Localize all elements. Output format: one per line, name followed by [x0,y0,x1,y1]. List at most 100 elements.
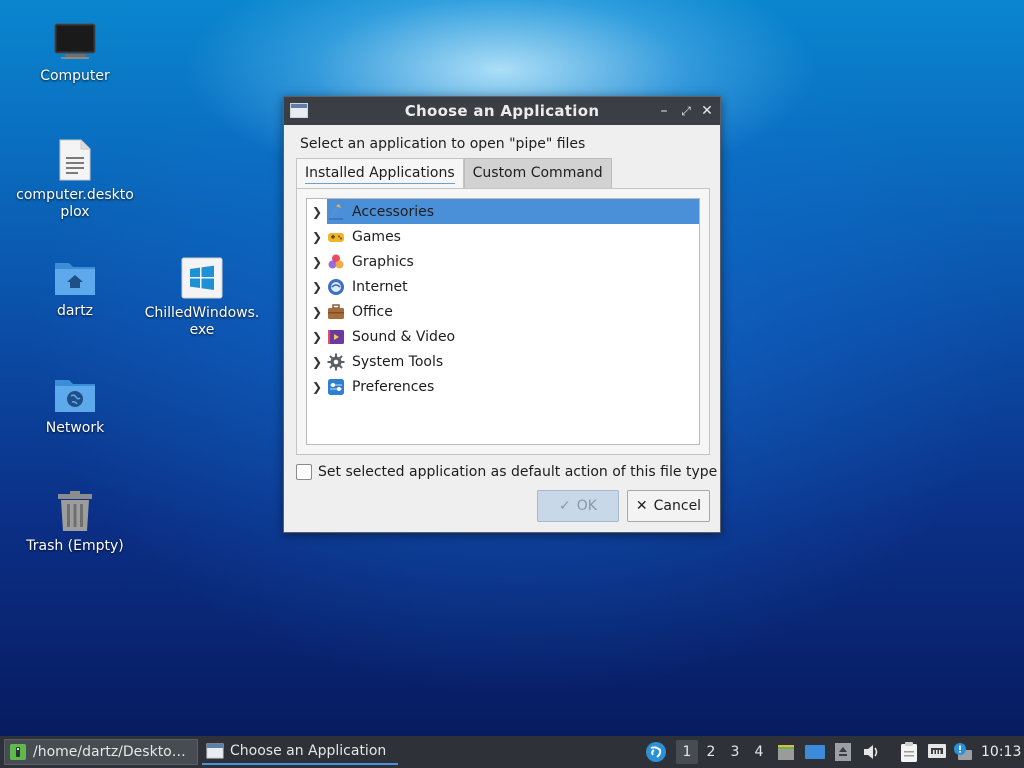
windows-exe-icon [181,257,223,299]
workspace-3[interactable]: 3 [724,740,746,764]
preferences-icon [328,378,344,395]
desktop-icon-computer[interactable]: Computer [10,22,140,85]
installed-applications-panel: ❯ Accessories ❯ Games ❯ Graphics ❯ Inter… [296,188,710,455]
default-action-label: Set selected application as default acti… [318,464,718,480]
task-label: /home/dartz/Desktop... [33,744,193,760]
briefcase-icon [328,303,344,319]
trash-icon [58,491,92,531]
desktop-icon-dartz[interactable]: dartz [10,257,140,320]
close-icon: ✕ [635,498,648,514]
tab-installed-applications[interactable]: Installed Applications [296,158,464,188]
tree-row-label: System Tools [352,353,444,370]
tree-row-graphics[interactable]: ❯ Graphics [307,249,699,274]
lubuntu-logo-icon [646,742,666,762]
desktop-icon-label: computer.desktoplox [16,187,134,220]
tab-active-indicator [305,183,455,184]
tree-row-internet[interactable]: ❯ Internet [307,274,699,299]
ok-button-label: OK [576,498,597,514]
network-folder-icon [55,380,95,412]
clipboard-icon [901,742,917,762]
tab-custom-command[interactable]: Custom Command [463,158,612,188]
window-icon [206,743,224,759]
tree-row-label: Sound & Video [352,328,456,345]
maximize-button[interactable]: ⤢ [676,101,696,121]
network-wired-icon [928,744,946,758]
update-notifier-button[interactable] [952,742,974,762]
desktop-icon-chilledwindows[interactable]: ChilledWindows.exe [137,257,267,339]
terminal-icon [10,744,26,760]
volume-button[interactable] [862,742,882,762]
monitor-icon [54,23,96,59]
default-action-option[interactable]: Set selected application as default acti… [296,464,717,480]
choose-application-dialog: Choose an Application – ⤢ ✕ Select an ap… [283,96,721,533]
cancel-button-label: Cancel [653,498,702,514]
multimedia-icon [328,329,344,344]
tree-row-label: Games [352,228,401,245]
workspace-4[interactable]: 4 [748,740,770,764]
desktop-icon-trash[interactable]: Trash (Empty) [10,490,140,555]
cancel-button[interactable]: ✕ Cancel [627,490,710,522]
expander-icon[interactable]: ❯ [307,305,327,319]
tab-label: Installed Applications [305,165,455,181]
expander-icon[interactable]: ❯ [307,205,327,219]
default-action-checkbox[interactable] [296,464,312,480]
expander-icon[interactable]: ❯ [307,330,327,344]
home-folder-icon [55,263,95,295]
show-desktop-button[interactable] [804,742,826,762]
tree-row-label: Office [352,303,393,320]
tree-row-accessories[interactable]: ❯ Accessories [307,199,699,224]
file-manager-launcher[interactable] [776,742,796,762]
dialog-titlebar[interactable]: Choose an Application – ⤢ ✕ [284,97,720,125]
tree-row-office[interactable]: ❯ Office [307,299,699,324]
accessories-icon [329,203,343,220]
desktop-icon-label: Trash (Empty) [26,538,124,554]
globe-icon [328,278,344,295]
tree-row-label: Graphics [352,253,414,270]
tray-notification-area[interactable] [834,742,852,762]
desktop-icon-label: Computer [40,68,110,84]
dialog-prompt: Select an application to open "pipe" fil… [300,136,586,152]
tree-row-label: Accessories [352,203,435,220]
network-status-button[interactable] [926,742,948,762]
close-button[interactable]: ✕ [697,101,717,121]
whisker-menu-button[interactable] [645,741,667,763]
graphics-icon [328,254,344,268]
clock[interactable]: 10:13 [981,744,1021,760]
desktop-icon-desktop-file[interactable]: computer.desktoplox [10,139,140,221]
tree-row-games[interactable]: ❯ Games [307,224,699,249]
expander-icon[interactable]: ❯ [307,380,327,394]
archive-icon [778,745,794,760]
workspace-1[interactable]: 1 [676,740,698,764]
ok-button[interactable]: ✓ OK [537,490,619,522]
workspace-2[interactable]: 2 [700,740,722,764]
desktop-icon [805,745,825,759]
task-button-terminal[interactable]: /home/dartz/Desktop... [4,739,198,765]
check-icon: ✓ [559,498,571,514]
eject-icon [835,743,851,761]
expander-icon[interactable]: ❯ [307,355,327,369]
tab-bar: Installed Applications Custom Command [296,158,612,188]
taskbar: /home/dartz/Desktop... Choose an Applica… [0,736,1024,768]
expander-icon[interactable]: ❯ [307,255,327,269]
tree-row-label: Preferences [352,378,435,395]
desktop-icon-label: dartz [56,303,94,319]
text-file-icon [59,139,91,181]
task-button-choose-application[interactable]: Choose an Application [202,739,398,765]
clipboard-button[interactable] [899,742,919,762]
update-alert-icon [954,743,972,760]
gamepad-icon [328,232,344,242]
gear-icon [327,353,345,370]
desktop-icon-label: Network [45,420,105,436]
tree-row-system-tools[interactable]: ❯ System Tools [307,349,699,374]
minimize-button[interactable]: – [654,101,674,121]
speaker-icon [864,745,878,759]
expander-icon[interactable]: ❯ [307,280,327,294]
expander-icon[interactable]: ❯ [307,230,327,244]
application-tree[interactable]: ❯ Accessories ❯ Games ❯ Graphics ❯ Inter… [306,198,700,445]
task-label: Choose an Application [230,743,387,759]
desktop-icon-label: ChilledWindows.exe [144,305,260,338]
tree-row-sound-video[interactable]: ❯ Sound & Video [307,324,699,349]
tree-row-preferences[interactable]: ❯ Preferences [307,374,699,399]
desktop-icon-network[interactable]: Network [10,374,140,437]
tree-row-label: Internet [352,278,408,295]
